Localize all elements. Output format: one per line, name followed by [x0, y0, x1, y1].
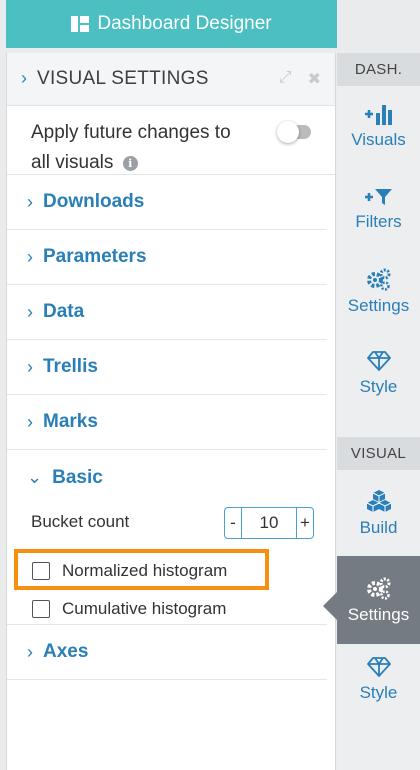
section-label: Marks [43, 411, 98, 432]
increment-button[interactable]: + [296, 508, 313, 538]
close-icon[interactable]: ✖ [308, 69, 321, 89]
filters-icon [364, 189, 392, 205]
right-rail: DASH. Visuals Filters Settings Style VIS… [323, 53, 420, 770]
diamond-icon [366, 351, 391, 371]
bucket-count-input[interactable]: 10 [242, 508, 296, 538]
section-trellis[interactable]: › Trellis [7, 340, 327, 395]
chevron-right-icon: › [27, 641, 33, 662]
decrement-button[interactable]: - [225, 508, 242, 538]
bucket-count-stepper: - 10 + [224, 507, 314, 539]
rail-item-dash-settings[interactable]: Settings [337, 267, 420, 316]
diamond-icon [366, 657, 391, 677]
rail-item-label: Settings [347, 604, 410, 624]
rail-item-filters[interactable]: Filters [337, 187, 420, 232]
chevron-right-icon: › [21, 67, 27, 88]
basic-section-body: Bucket count - 10 + Normalized histogram… [7, 505, 327, 625]
gears-icon [366, 577, 390, 600]
bucket-count-label: Bucket count [31, 512, 130, 531]
chevron-down-icon: ⌄ [27, 467, 43, 487]
section-label: Parameters [43, 246, 147, 267]
active-pointer-arrow [323, 592, 337, 620]
chevron-right-icon: › [27, 356, 33, 377]
apply-future-changes-row: Apply future changes to all visuals i [7, 106, 335, 175]
cubes-icon [366, 490, 391, 512]
visuals-icon [364, 105, 392, 125]
rail-item-label: Settings [347, 296, 410, 315]
toggle-knob [277, 121, 299, 143]
section-data[interactable]: › Data [7, 285, 327, 340]
normalized-histogram-checkbox[interactable] [32, 562, 50, 580]
dash-group-label: DASH. [337, 53, 420, 86]
section-axes[interactable]: › Axes [7, 625, 327, 680]
apply-future-label: Apply future changes to [31, 122, 231, 143]
panel-title: VISUAL SETTINGS [37, 68, 209, 89]
chevron-right-icon: › [27, 246, 33, 267]
chevron-right-icon: › [27, 411, 33, 432]
normalized-histogram-option[interactable]: Normalized histogram [32, 561, 227, 581]
normalized-histogram-label: Normalized histogram [62, 561, 228, 580]
section-basic[interactable]: ⌄ Basic [7, 450, 327, 505]
section-label: Axes [43, 641, 89, 662]
cumulative-histogram-option[interactable]: Cumulative histogram [32, 599, 226, 619]
header-title: Dashboard Designer [97, 13, 272, 34]
chevron-right-icon: › [27, 191, 33, 212]
cumulative-histogram-label: Cumulative histogram [62, 599, 227, 618]
section-label: Trellis [43, 356, 98, 377]
visual-settings-panel: › VISUAL SETTINGS ⤢ ✖ Apply future chang… [6, 53, 336, 770]
rail-item-visual-style[interactable]: Style [337, 656, 420, 703]
section-label: Downloads [43, 191, 145, 212]
section-label: Data [43, 301, 85, 322]
rail-item-dash-style[interactable]: Style [337, 350, 420, 397]
rail-item-label: Style [359, 683, 398, 702]
apply-future-toggle[interactable] [277, 121, 311, 143]
gears-icon [366, 268, 390, 291]
visual-settings-header[interactable]: › VISUAL SETTINGS ⤢ ✖ [7, 53, 335, 106]
section-label: Basic [52, 466, 103, 488]
rail-item-build[interactable]: Build [337, 489, 420, 538]
visual-group-label: VISUAL [337, 437, 420, 470]
chevron-right-icon: › [27, 301, 33, 322]
rail-item-label: Visuals [351, 130, 406, 149]
section-parameters[interactable]: › Parameters [7, 230, 327, 285]
apply-future-label-2: all visuals [31, 152, 114, 173]
rail-item-label: Style [359, 377, 398, 396]
dashboard-designer-header: Dashboard Designer [6, 0, 337, 48]
cumulative-histogram-checkbox[interactable] [32, 600, 50, 618]
rail-item-visuals[interactable]: Visuals [337, 103, 420, 150]
rail-item-visual-settings[interactable]: Settings [323, 556, 420, 644]
expand-icon[interactable]: ⤢ [279, 69, 292, 89]
section-downloads[interactable]: › Downloads [7, 175, 327, 230]
rail-item-label: Build [359, 518, 398, 537]
dashboard-icon [71, 16, 90, 32]
rail-item-label: Filters [355, 212, 402, 231]
info-icon[interactable]: i [122, 156, 138, 171]
section-marks[interactable]: › Marks [7, 395, 327, 450]
